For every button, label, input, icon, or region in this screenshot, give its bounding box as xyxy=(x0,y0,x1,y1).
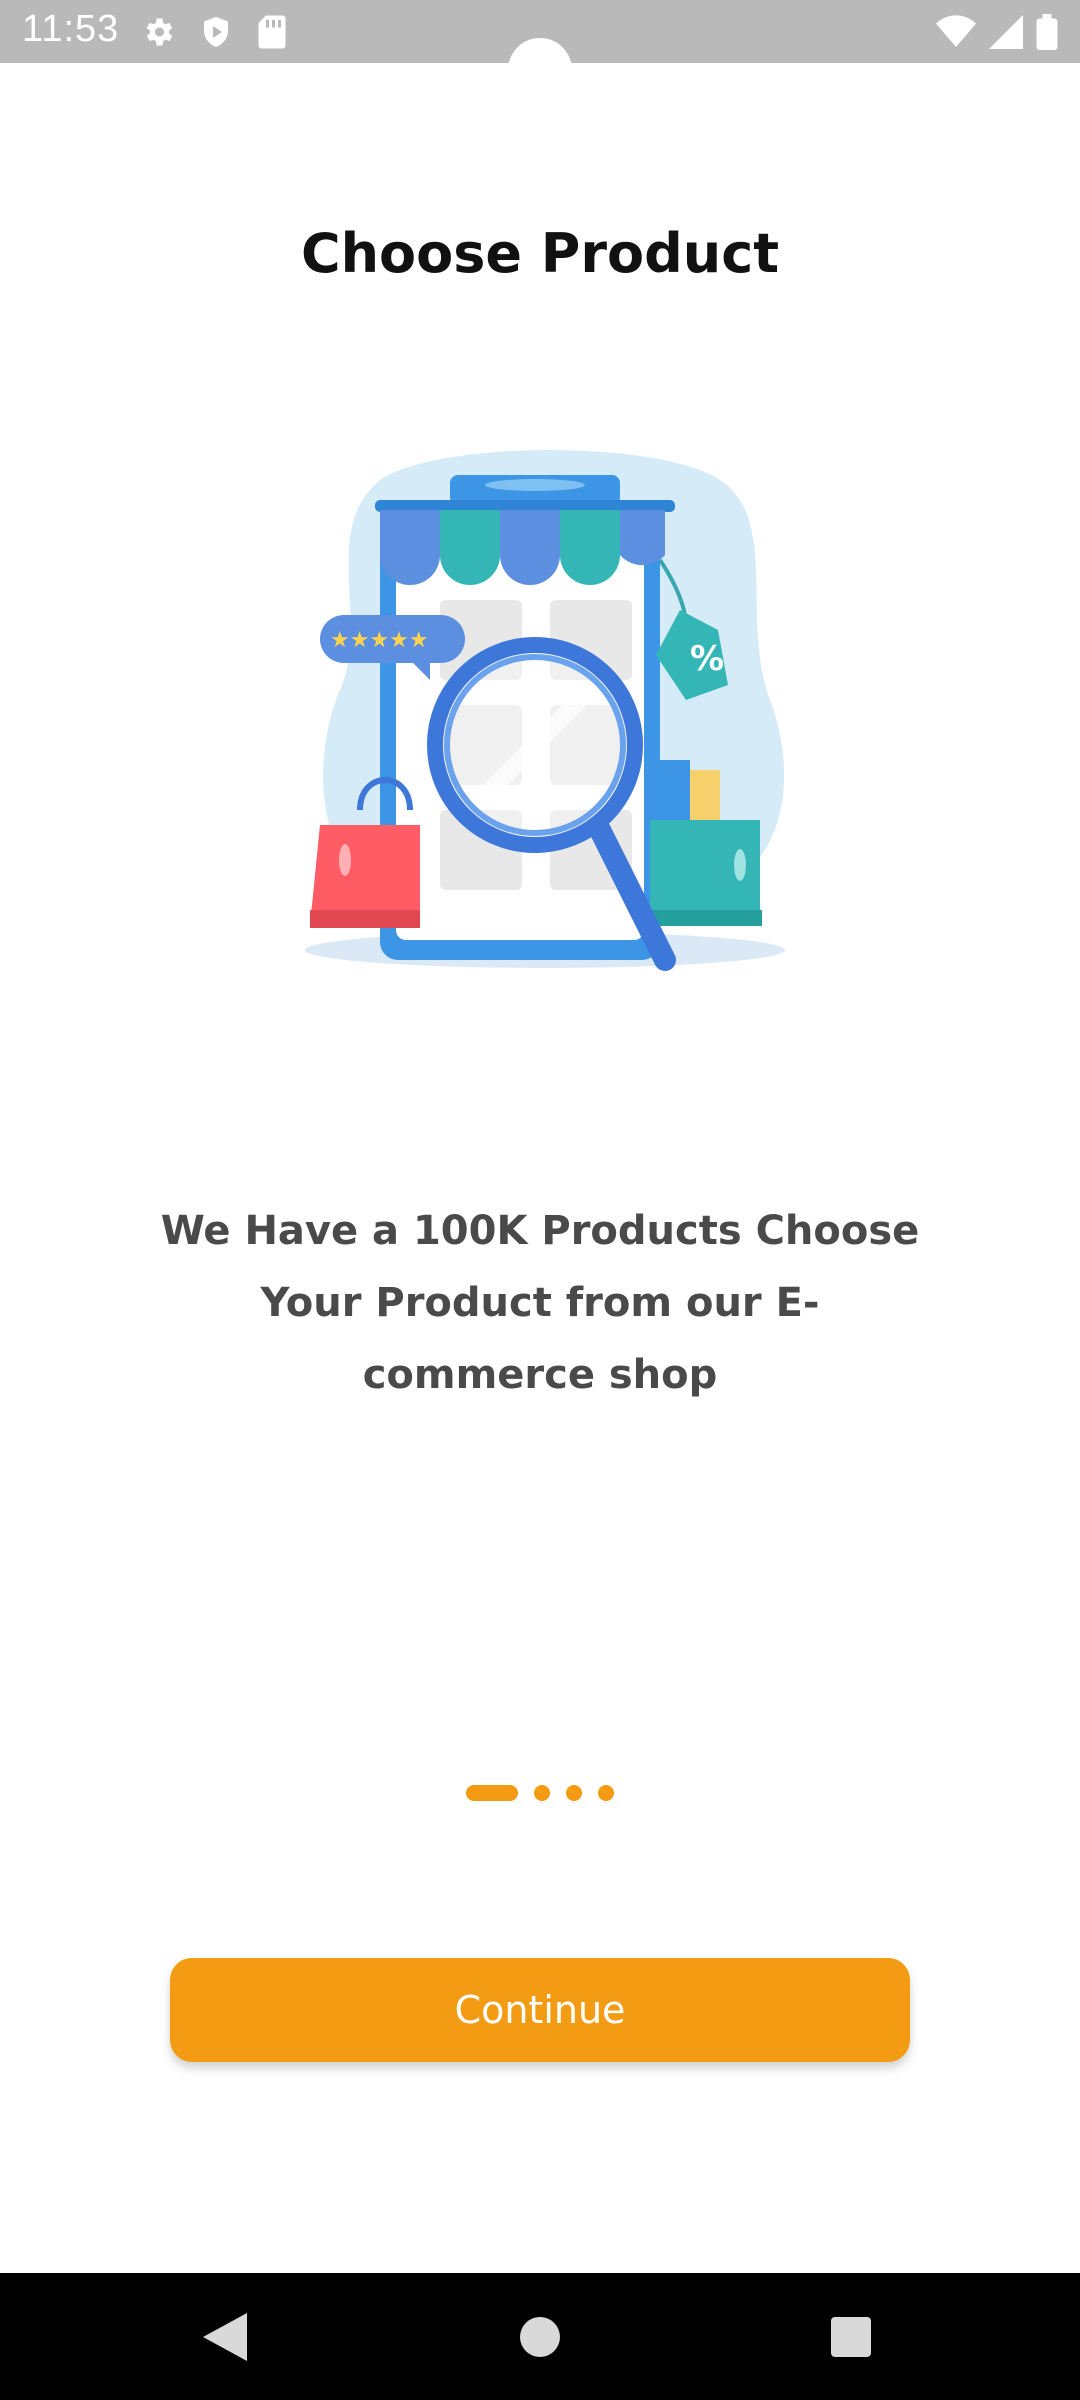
page-title: Choose Product xyxy=(300,222,780,285)
page-indicator-dot[interactable] xyxy=(566,1785,582,1801)
system-nav-bar xyxy=(0,2273,1080,2400)
signal-icon xyxy=(989,15,1023,49)
wifi-icon xyxy=(936,15,976,47)
onboarding-description: We Have a 100K Products Choose Your Prod… xyxy=(160,1208,920,1398)
page-indicator-dot[interactable] xyxy=(534,1785,550,1801)
status-time: 11:53 xyxy=(22,8,120,50)
recents-button[interactable] xyxy=(791,2273,911,2400)
page-indicator-dot-active[interactable] xyxy=(466,1785,518,1801)
camera-cutout xyxy=(508,38,572,102)
status-icons-left xyxy=(140,14,288,50)
svg-text:★★★★★: ★★★★★ xyxy=(330,628,429,653)
continue-button[interactable]: Continue xyxy=(170,1958,910,2062)
screen: 11:53 Choose Product ★★★★★ % We Have a 1… xyxy=(0,0,1080,2273)
back-button[interactable] xyxy=(165,2273,285,2400)
svg-text:%: % xyxy=(690,639,724,679)
page-indicator xyxy=(0,1785,1080,1801)
back-icon xyxy=(203,2312,247,2361)
shop-search-illustration: ★★★★★ % xyxy=(305,450,785,971)
battery-icon xyxy=(1036,14,1058,50)
sd-card-icon xyxy=(258,15,286,49)
home-button[interactable] xyxy=(480,2273,600,2400)
gear-icon xyxy=(146,18,173,46)
home-icon xyxy=(520,2316,560,2357)
page-indicator-dot[interactable] xyxy=(598,1785,614,1801)
recents-icon xyxy=(831,2316,871,2357)
status-icons-right xyxy=(936,14,1058,50)
shield-play-icon xyxy=(204,17,228,47)
